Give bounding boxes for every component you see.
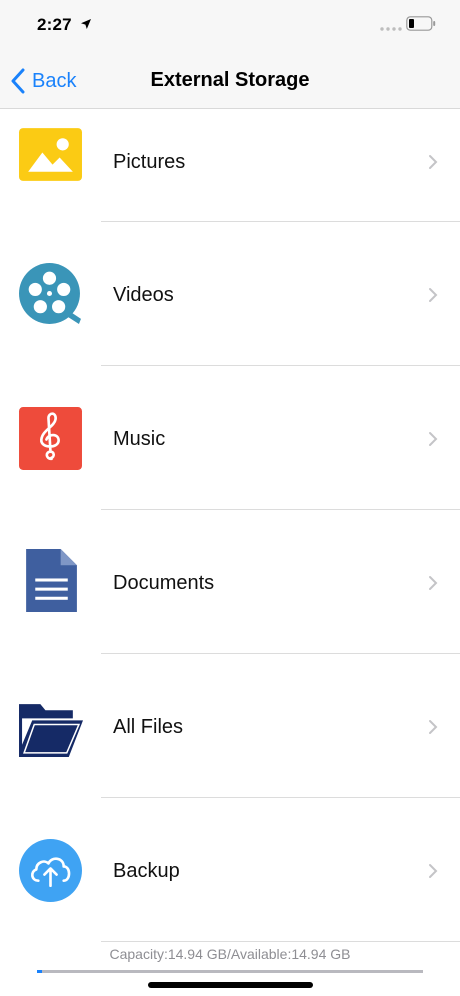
chevron-right-icon — [429, 720, 438, 734]
status-time: 2:27 — [37, 15, 72, 34]
list-item-label: All Files — [113, 716, 184, 738]
list-item-label: Backup — [113, 860, 180, 882]
backup-cloud-icon — [19, 839, 82, 902]
documents-icon — [26, 549, 77, 612]
storage-usage-fill — [37, 970, 42, 973]
chevron-right-icon — [429, 432, 438, 446]
list-item-label: Music — [113, 428, 166, 450]
status-bar: 2:27 — [0, 0, 460, 52]
chevron-right-icon — [429, 288, 438, 302]
list-item-label: Documents — [113, 572, 215, 594]
storage-usage-bar — [37, 970, 423, 973]
list-item-all-files[interactable]: All Files — [0, 654, 460, 798]
list-item-backup[interactable]: Backup — [0, 798, 460, 941]
list-item-label: Pictures — [113, 151, 186, 173]
videos-icon — [19, 263, 81, 324]
home-indicator[interactable] — [148, 982, 313, 988]
navigation-bar: Back External Storage — [0, 52, 460, 109]
chevron-right-icon — [429, 864, 438, 878]
storage-category-list: Pictures Videos Music Documents All File… — [0, 109, 460, 941]
capacity-text: Capacity:14.94 GB/Available:14.94 GB — [109, 946, 351, 962]
pictures-icon — [19, 128, 82, 181]
folder-icon — [19, 704, 83, 757]
battery-icon — [406, 16, 436, 31]
list-item-label: Videos — [113, 284, 174, 306]
chevron-right-icon — [429, 155, 438, 169]
location-arrow-icon — [81, 19, 91, 29]
page-title: External Storage — [150, 69, 310, 91]
divider — [101, 941, 460, 942]
list-item-music[interactable]: Music — [0, 366, 460, 510]
music-icon — [19, 407, 82, 470]
list-item-documents[interactable]: Documents — [0, 510, 460, 654]
signal-dots-icon — [380, 27, 402, 31]
list-item-videos[interactable]: Videos — [0, 222, 460, 366]
chevron-right-icon — [429, 576, 438, 590]
list-item-pictures[interactable]: Pictures — [0, 109, 460, 233]
